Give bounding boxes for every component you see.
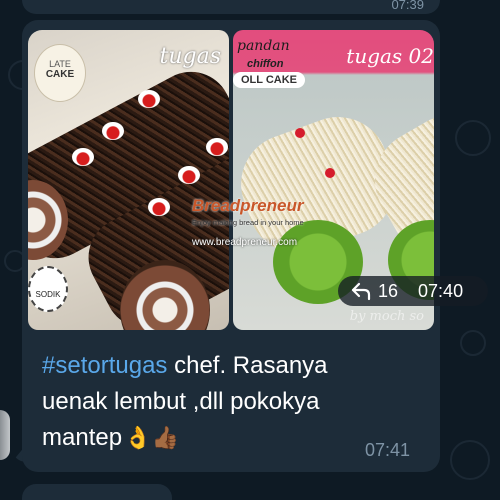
cherry-topping: [206, 138, 228, 156]
cherry-topping: [295, 128, 305, 138]
label-line: LATE: [49, 59, 71, 69]
sticker-text: SODIK: [35, 290, 61, 299]
wallpaper-doodle: [460, 330, 486, 356]
photo-time: 07:40: [418, 280, 464, 301]
previous-message-bubble[interactable]: 07:39: [22, 0, 440, 14]
chiffon-label: chiffon: [247, 58, 284, 70]
breadpreneur-watermark: Breadpreneur Enjoy making bread in your …: [192, 196, 342, 254]
photo-black-forest-roll[interactable]: LATE CAKE tugas SODIK: [28, 30, 229, 330]
cherry-topping: [102, 122, 124, 140]
pandan-title: pandan: [237, 38, 290, 54]
wallpaper-doodle: [455, 120, 491, 156]
photo-counter-overlay[interactable]: 16 07:40: [338, 276, 488, 306]
next-message-bubble[interactable]: [22, 484, 172, 500]
roll-cake-badge: OLL CAKE: [233, 72, 306, 88]
cherry-topping: [72, 148, 94, 166]
cherry-topping: [138, 90, 160, 108]
reply-arrow-icon: [350, 281, 372, 301]
cherry-topping: [325, 168, 335, 178]
hashtag-link[interactable]: #setortugas: [42, 352, 167, 379]
watermark-tagline: Enjoy making bread in your home: [192, 218, 304, 227]
photo-caption-overlay: tugas: [159, 44, 222, 69]
photo-count: 16: [378, 280, 399, 301]
previous-message-time: 07:39: [391, 0, 424, 12]
cherry-topping: [148, 198, 170, 216]
wallpaper-doodle: [450, 440, 490, 480]
sodik-sticker: SODIK: [28, 266, 68, 312]
ok-thumbs-up-emoji: 👌👍🏾: [124, 426, 179, 451]
sender-avatar[interactable]: [0, 410, 10, 460]
caption-text: mantep: [42, 424, 123, 451]
photographer-signature: by moch so: [349, 309, 424, 324]
message-time: 07:41: [365, 440, 411, 460]
watermark-logo: Breadpreneur: [192, 196, 304, 215]
product-label: LATE CAKE: [34, 44, 86, 102]
watermark-url: www.breadpreneur.com: [192, 237, 298, 248]
message-bubble[interactable]: LATE CAKE tugas SODIK pandan chiffon OLL…: [22, 20, 488, 472]
photo-caption-overlay: tugas 02: [346, 44, 434, 68]
label-line: CAKE: [45, 69, 75, 80]
caption-text: chef. Rasanya: [167, 352, 328, 379]
cherry-topping: [178, 166, 200, 184]
caption-text: uenak lembut ,dll pokokya: [42, 388, 320, 415]
